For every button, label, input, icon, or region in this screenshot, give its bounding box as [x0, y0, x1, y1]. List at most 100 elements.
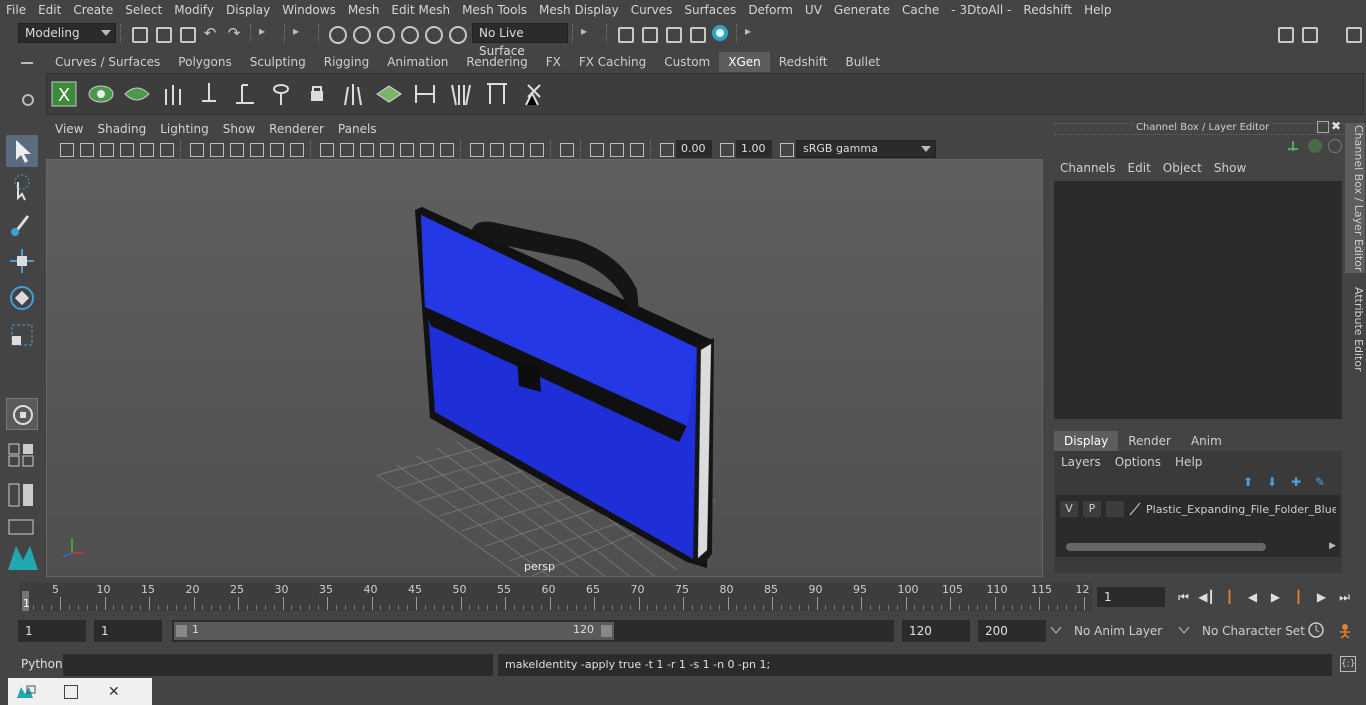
tab-polygons[interactable]: Polygons	[169, 52, 240, 72]
move-tool-icon[interactable]	[6, 245, 38, 277]
move-layer-down-icon[interactable]: ⬇	[1267, 475, 1285, 493]
menu-cache[interactable]: Cache	[896, 0, 945, 20]
snap-curve-icon[interactable]	[351, 24, 371, 44]
layer-menu-layers[interactable]: Layers	[1054, 455, 1108, 469]
redo-icon[interactable]: ↷	[225, 24, 243, 42]
hypershade-icon[interactable]	[711, 24, 729, 42]
viewport-menu-shading[interactable]: Shading	[90, 119, 153, 139]
layout-single-icon[interactable]	[6, 440, 38, 470]
menu-curves[interactable]: Curves	[625, 0, 679, 20]
layer-name[interactable]: Plastic_Expanding_File_Folder_Blue_C	[1146, 503, 1336, 516]
tab-sculpting[interactable]: Sculpting	[241, 52, 315, 72]
status-ring-icon[interactable]	[1328, 139, 1342, 153]
snap-point-icon[interactable]	[375, 24, 395, 44]
xgen-description-icon[interactable]	[122, 79, 152, 109]
viewport-panel[interactable]: persp	[46, 159, 1043, 577]
xgen-place-icon[interactable]	[230, 79, 260, 109]
xgen-delete-icon[interactable]	[518, 79, 548, 109]
menu-mesh-tools[interactable]: Mesh Tools	[456, 0, 533, 20]
menu-select[interactable]: Select	[119, 0, 168, 20]
ipr-render-icon[interactable]	[663, 24, 682, 43]
tab-rigging[interactable]: Rigging	[315, 52, 378, 72]
lasso-tool-icon[interactable]	[6, 172, 38, 204]
exposure-field[interactable]: 0.00	[676, 140, 712, 158]
layer-display-type[interactable]	[1106, 501, 1124, 517]
chevron-right-icon[interactable]: ▸	[293, 24, 311, 42]
layout-outliner-icon[interactable]	[6, 516, 38, 538]
layer-playback-toggle[interactable]: P	[1083, 501, 1101, 517]
close-window-icon[interactable]: ✕	[108, 684, 120, 700]
motion-blur-icon[interactable]	[488, 141, 504, 157]
isolate-select-icon[interactable]	[558, 141, 574, 157]
mode-dropdown[interactable]: Modeling	[18, 23, 116, 43]
script-editor-icon[interactable]: {;}	[1340, 656, 1356, 672]
scroll-right-icon[interactable]: ▶	[1329, 541, 1336, 551]
chevron-right-icon[interactable]: ▸	[259, 24, 277, 42]
step-forward-key-icon[interactable]: ┃	[1287, 590, 1310, 604]
bookmark-icon[interactable]	[98, 141, 114, 157]
xgen-editor-icon[interactable]: X	[50, 79, 80, 109]
last-tool-icon[interactable]	[6, 398, 38, 430]
field-chart-icon[interactable]	[268, 141, 284, 157]
menu-edit-mesh[interactable]: Edit Mesh	[385, 0, 456, 20]
viewport-menu-lighting[interactable]: Lighting	[153, 119, 216, 139]
menu-mesh[interactable]: Mesh	[342, 0, 386, 20]
step-back-key-icon[interactable]: ┃	[1218, 590, 1241, 604]
menu-help[interactable]: Help	[1078, 0, 1117, 20]
open-scene-icon[interactable]	[153, 24, 172, 43]
xgen-preview-icon[interactable]	[86, 79, 116, 109]
live-surface-field[interactable]: No Live Surface	[472, 23, 568, 58]
tab-xgen[interactable]: XGen	[719, 52, 770, 72]
depth-of-field-icon[interactable]	[528, 141, 544, 157]
chevron-down-icon[interactable]	[1050, 624, 1062, 634]
range-slider-handle[interactable]: 1 120	[174, 622, 614, 640]
toggle-channelbox-icon[interactable]	[1299, 24, 1318, 43]
render-frame-icon[interactable]	[615, 24, 634, 43]
camera-lock-icon[interactable]	[78, 141, 94, 157]
tab-bullet[interactable]: Bullet	[836, 52, 889, 72]
undo-icon[interactable]: ↶	[201, 24, 219, 42]
time-ruler[interactable]: 5 10 15 20 25 30 35 40 45 50 55 60 65 70 75 80 85 90 95 100…	[20, 583, 1092, 611]
image-plane-icon[interactable]	[118, 141, 134, 157]
chevron-right-icon[interactable]: ▸	[581, 24, 599, 42]
anti-aliasing-icon[interactable]	[508, 141, 524, 157]
range-right-grip[interactable]	[601, 625, 612, 637]
playback-end-field[interactable]: 120	[902, 620, 970, 642]
tab-custom[interactable]: Custom	[655, 52, 719, 72]
menu-create[interactable]: Create	[67, 0, 119, 20]
tab-display[interactable]: Display	[1054, 431, 1119, 451]
float-icon[interactable]	[1317, 121, 1329, 133]
resolution-gate-icon[interactable]	[228, 141, 244, 157]
make-live-icon[interactable]	[447, 24, 467, 44]
menu-display[interactable]: Display	[220, 0, 276, 20]
anim-layer-dropdown[interactable]: No Anim Layer	[1068, 620, 1168, 642]
chevron-right-icon[interactable]: ▸	[745, 24, 763, 42]
menu-uv[interactable]: UV	[799, 0, 828, 20]
play-forward-icon[interactable]: ▶	[1264, 590, 1287, 604]
maximize-icon[interactable]	[64, 684, 78, 699]
tab-render[interactable]: Render	[1118, 431, 1181, 451]
xgen-clump-icon[interactable]	[482, 79, 512, 109]
render-sequence-icon[interactable]	[639, 24, 658, 43]
channel-menu-edit[interactable]: Edit	[1122, 161, 1157, 175]
xgen-sculpt-icon[interactable]	[338, 79, 368, 109]
layer-color-icon[interactable]	[1128, 501, 1142, 517]
xgen-transfer-icon[interactable]	[410, 79, 440, 109]
layer-menu-help[interactable]: Help	[1168, 455, 1209, 469]
viewport-menu-renderer[interactable]: Renderer	[262, 119, 331, 139]
new-layer-selected-icon[interactable]: ✎	[1315, 475, 1333, 493]
go-to-end-icon[interactable]: ⏭	[1333, 590, 1356, 605]
grid-toggle-icon[interactable]	[188, 141, 204, 157]
xgen-lock-icon[interactable]	[302, 79, 332, 109]
shelf-menu-icon[interactable]	[18, 56, 38, 70]
layer-visibility-toggle[interactable]: V	[1060, 501, 1078, 517]
menu-generate[interactable]: Generate	[828, 0, 896, 20]
chevron-down-icon[interactable]	[1178, 624, 1190, 634]
film-gate-icon[interactable]	[208, 141, 224, 157]
exposure-icon[interactable]	[658, 141, 674, 157]
smooth-shade-icon[interactable]	[338, 141, 354, 157]
close-icon[interactable]: ✖	[1331, 119, 1341, 133]
channel-list[interactable]	[1054, 181, 1342, 419]
color-space-dropdown[interactable]: sRGB gamma	[796, 140, 936, 158]
menu-surfaces[interactable]: Surfaces	[678, 0, 742, 20]
